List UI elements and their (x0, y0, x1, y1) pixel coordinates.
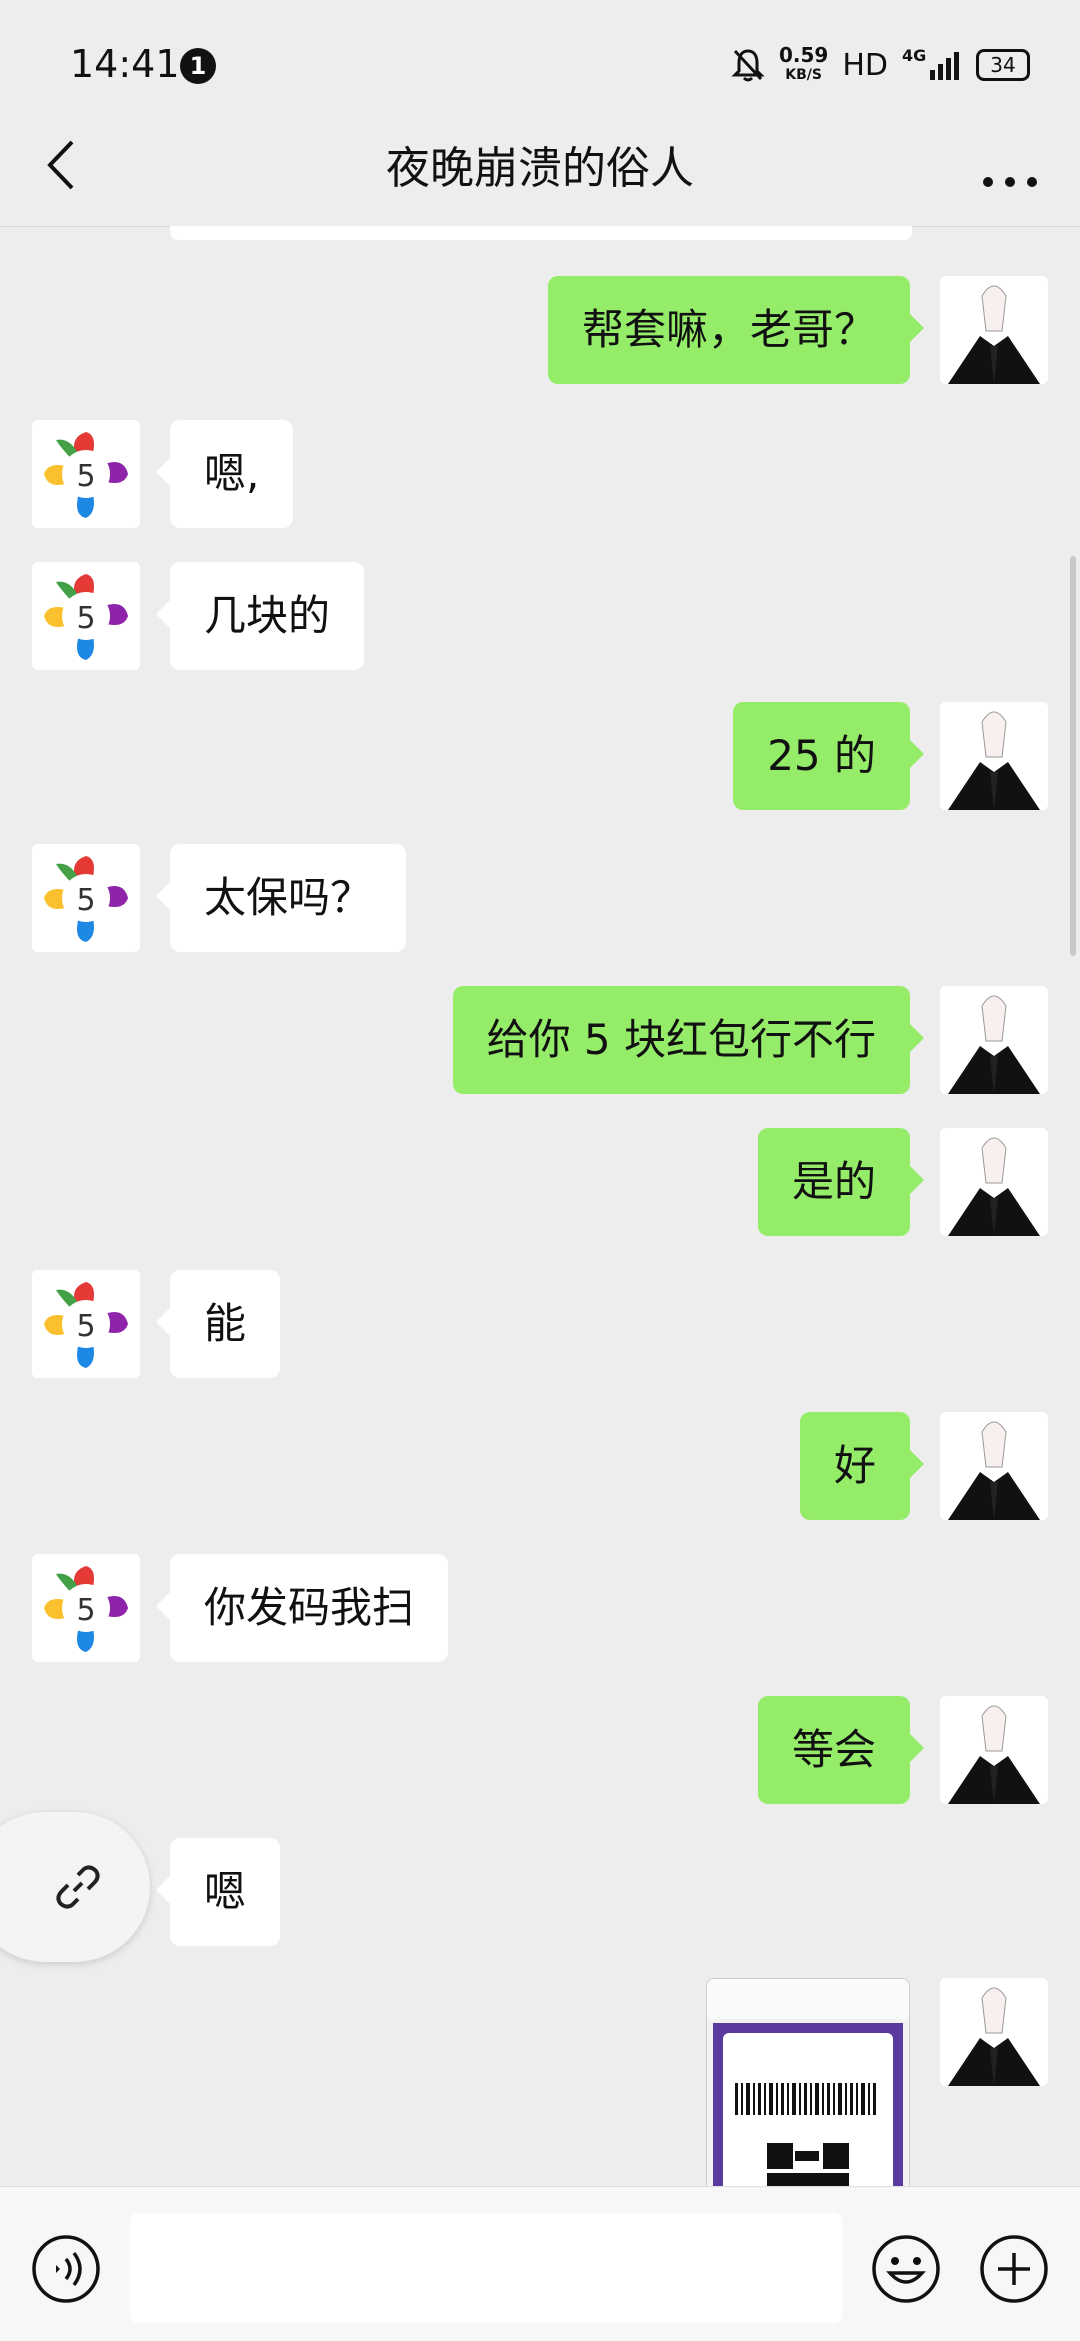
self-avatar[interactable] (940, 1412, 1048, 1520)
message-bubble-self[interactable]: 帮套嘛，老哥？ (547, 276, 925, 384)
message-bubble-self[interactable]: 给你 5 块红包行不行 (452, 986, 925, 1094)
svg-text:5: 5 (76, 1593, 95, 1628)
message-bubble-contact[interactable]: 能 (155, 1270, 281, 1378)
message-bubble-self[interactable]: 是的 (757, 1128, 925, 1236)
message-bubble-contact[interactable]: 嗯, (155, 420, 294, 528)
message-row: 25 的 (0, 702, 1080, 812)
hd-label: HD (842, 47, 888, 83)
message-row: 是的 (0, 1128, 1080, 1238)
message-bubble-contact[interactable]: 嗯 (155, 1838, 281, 1946)
message-bubble-contact[interactable]: 几块的 (155, 562, 365, 670)
self-avatar[interactable] (940, 702, 1048, 810)
floating-link-button[interactable] (0, 1812, 150, 1962)
message-row: 嗯 (0, 1838, 1080, 1948)
contact-avatar[interactable]: 5 (32, 420, 140, 528)
message-bubble-contact[interactable]: 你发码我扫 (155, 1554, 449, 1662)
svg-text:5: 5 (76, 883, 95, 918)
battery-level: 34 (990, 53, 1016, 77)
previous-message-partial (170, 226, 912, 240)
chat-header: 夜晚崩溃的俗人 (0, 110, 1080, 220)
message-row: 5 太保吗？ (0, 844, 1080, 954)
scrollbar[interactable] (1070, 556, 1076, 956)
message-input[interactable] (130, 2213, 842, 2323)
link-icon (56, 1865, 100, 1909)
voice-icon[interactable] (30, 2233, 102, 2305)
self-avatar[interactable] (940, 986, 1048, 1094)
more-options-icon[interactable] (970, 130, 1050, 200)
message-bubble-self[interactable]: 25 的 (733, 702, 924, 810)
contact-avatar[interactable]: 5 (32, 1270, 140, 1378)
self-avatar[interactable] (940, 276, 1048, 384)
image-message-qr[interactable] (706, 1978, 910, 2186)
self-avatar[interactable] (940, 1696, 1048, 1804)
network-speed: 0.59 KB/S (778, 43, 829, 83)
svg-text:5: 5 (76, 601, 95, 636)
plus-icon[interactable] (978, 2233, 1050, 2305)
message-bubble-self[interactable]: 好 (799, 1412, 925, 1520)
battery-icon: 34 (976, 49, 1030, 81)
input-bar (0, 2186, 1080, 2341)
message-row: 给你 5 块红包行不行 (0, 986, 1080, 1096)
message-bubble-contact[interactable]: 太保吗？ (155, 844, 407, 952)
message-list[interactable]: 帮套嘛，老哥？ 5 嗯, 5 几块的 25 的 5 太保吗？ 给你 5 块红包行… (0, 226, 1080, 2186)
contact-avatar[interactable]: 5 (32, 562, 140, 670)
message-row: 5 嗯, (0, 420, 1080, 530)
chat-title: 夜晚崩溃的俗人 (386, 143, 694, 194)
message-bubble-self[interactable]: 等会 (757, 1696, 925, 1804)
message-row: 5 几块的 (0, 562, 1080, 672)
status-time: 14:41 (70, 42, 180, 86)
status-icons: 0.59 KB/S HD 4G 34 (731, 40, 1030, 90)
mute-bell-icon (731, 49, 765, 82)
signal-icon: 4G (902, 46, 962, 82)
message-row: 帮套嘛，老哥？ (0, 276, 1080, 386)
svg-text:5: 5 (76, 1309, 95, 1344)
self-avatar[interactable] (940, 1978, 1048, 2086)
contact-avatar[interactable]: 5 (32, 1554, 140, 1662)
notification-badge: 1 (180, 48, 216, 84)
svg-text:5: 5 (76, 459, 95, 494)
contact-avatar[interactable]: 5 (32, 844, 140, 952)
self-avatar[interactable] (940, 1128, 1048, 1236)
message-row: 5 你发码我扫 (0, 1554, 1080, 1664)
emoji-icon[interactable] (870, 2233, 942, 2305)
message-row: 5 能 (0, 1270, 1080, 1380)
message-row: 好 (0, 1412, 1080, 1522)
message-row: 等会 (0, 1696, 1080, 1806)
